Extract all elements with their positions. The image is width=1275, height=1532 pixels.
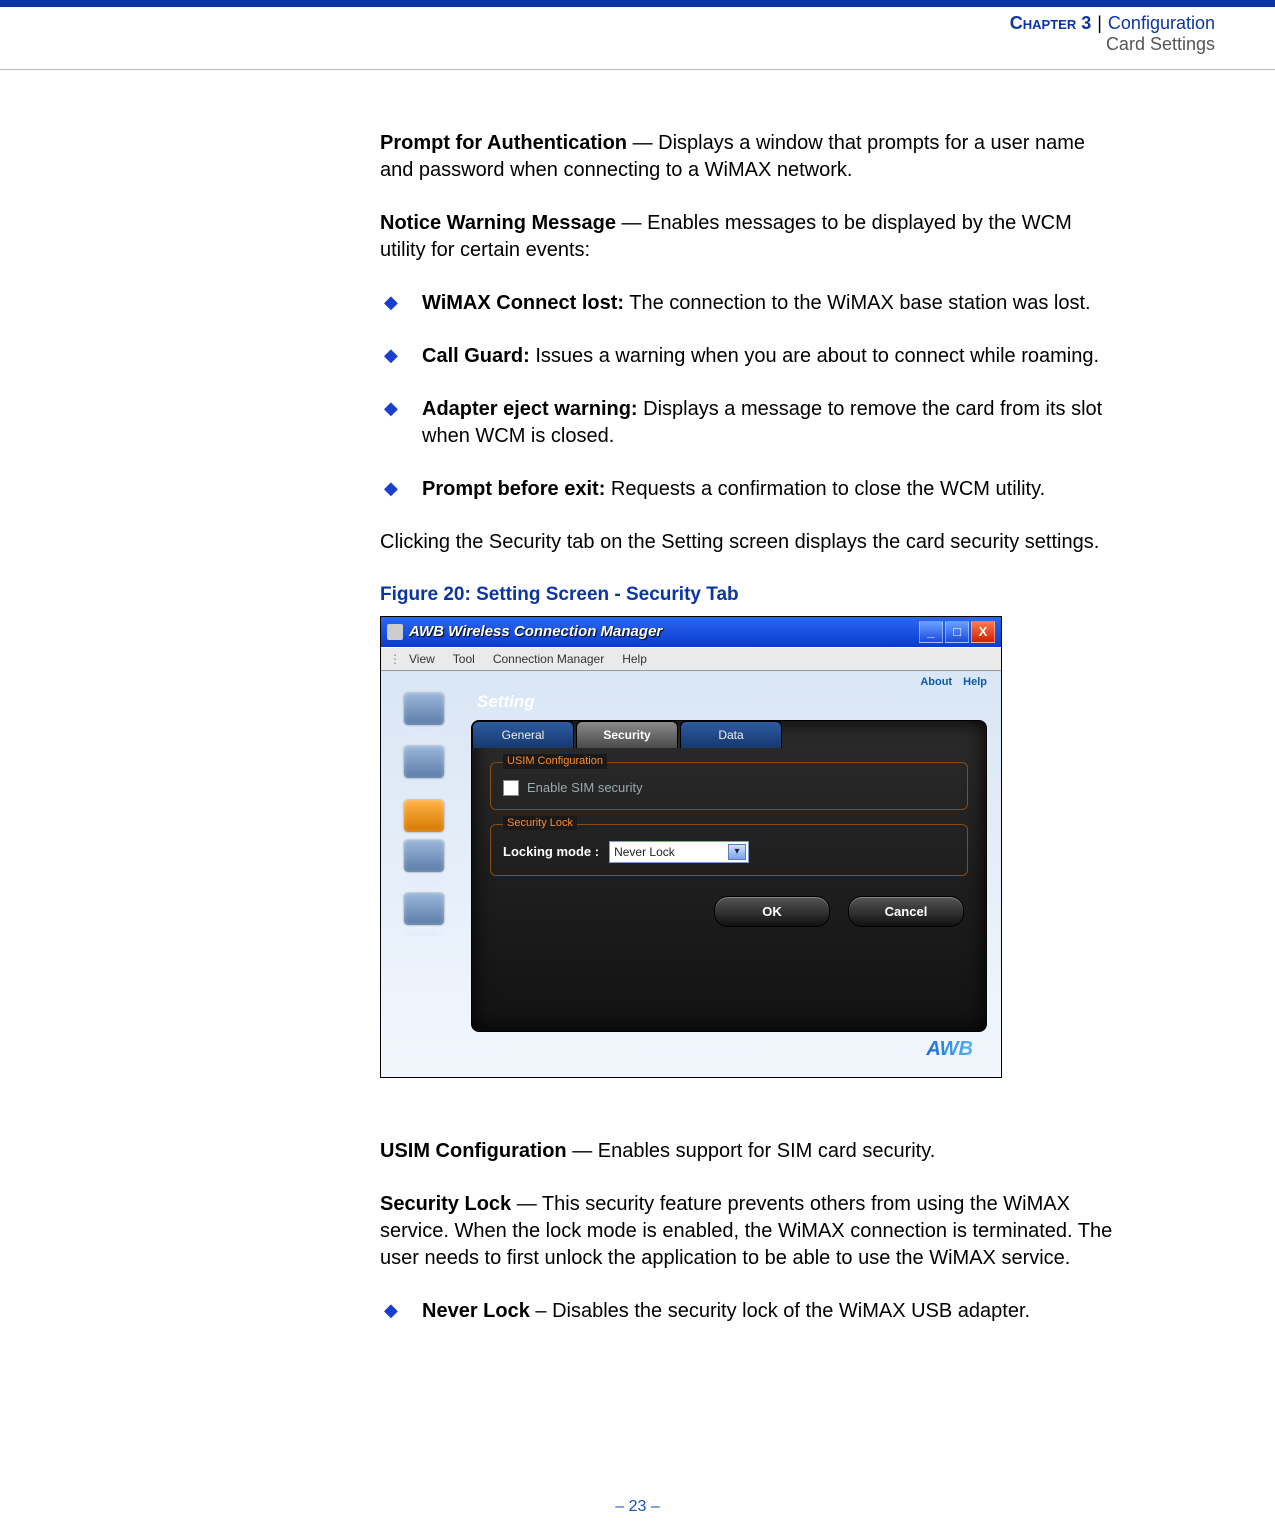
group-legend: USIM Configuration xyxy=(503,754,607,769)
bullet-list-1: WiMAX Connect lost: The connection to th… xyxy=(380,290,1115,503)
header-separator: | xyxy=(1091,13,1108,34)
paragraph-security-lock: Security Lock — This security feature pr… xyxy=(380,1191,1115,1272)
page-number: – 23 – xyxy=(0,1498,1275,1516)
bullet-list-2: Never Lock – Disables the security lock … xyxy=(380,1298,1115,1325)
sidebar-item-connect[interactable]: Connect xyxy=(385,693,463,741)
page-subheader: Card Settings xyxy=(0,34,1275,65)
lead-term: Adapter eject warning: xyxy=(422,398,638,420)
menu-view[interactable]: View xyxy=(409,651,435,667)
item-text: Issues a warning when you are about to c… xyxy=(530,345,1099,367)
list-item: Prompt before exit: Requests a confirmat… xyxy=(380,476,1115,503)
button-row: OK Cancel xyxy=(472,882,986,928)
brand-area: AWB xyxy=(471,1032,987,1063)
para-text: — Enables support for SIM card security. xyxy=(567,1140,936,1162)
group-security-lock: Security Lock Locking mode : Never Lock … xyxy=(490,824,968,876)
menu-help[interactable]: Help xyxy=(622,651,647,667)
lead-term: Security Lock xyxy=(380,1193,511,1215)
ok-button[interactable]: OK xyxy=(714,896,830,928)
maximize-button[interactable]: □ xyxy=(945,621,969,643)
tab-strip: General Security Data xyxy=(472,721,986,748)
list-item: Adapter eject warning: Displays a messag… xyxy=(380,396,1115,450)
titlebar[interactable]: AWB Wireless Connection Manager _ □ X xyxy=(381,617,1001,647)
minimize-button[interactable]: _ xyxy=(919,621,943,643)
group-legend: Security Lock xyxy=(503,816,577,831)
lead-term: USIM Configuration xyxy=(380,1140,567,1162)
item-text: Requests a confirmation to close the WCM… xyxy=(605,478,1045,500)
client-area: About Help Connect Profile xyxy=(381,671,1001,1077)
chapter-label: Chapter 3 xyxy=(1010,13,1091,34)
settings-panel: General Security Data USIM Configuration… xyxy=(471,720,987,1032)
enable-sim-checkbox[interactable] xyxy=(503,780,519,796)
sidebar-label: Statistics xyxy=(385,927,463,941)
list-item: Call Guard: Issues a warning when you ar… xyxy=(380,343,1115,370)
lead-term: Never Lock xyxy=(422,1300,530,1322)
app-icon xyxy=(387,624,403,640)
titlebar-left: AWB Wireless Connection Manager xyxy=(387,622,662,642)
setting-heading: Setting xyxy=(477,691,987,714)
toolbar-grip-icon: ⋮ xyxy=(389,651,401,667)
checkbox-label: Enable SIM security xyxy=(527,779,643,797)
figure-caption: Figure 20: Setting Screen - Security Tab xyxy=(380,582,1115,608)
close-button[interactable]: X xyxy=(971,621,995,643)
item-text: – Disables the security lock of the WiMA… xyxy=(530,1300,1030,1322)
top-rule xyxy=(0,0,1275,7)
locking-mode-select[interactable]: Never Lock ▾ xyxy=(609,841,749,863)
locking-mode-row: Locking mode : Never Lock ▾ xyxy=(503,841,955,863)
content-column: Prompt for Authentication — Displays a w… xyxy=(380,130,1115,1325)
sidebar-item-profile[interactable]: Profile xyxy=(385,746,463,794)
checkbox-row: Enable SIM security xyxy=(503,779,955,797)
cancel-button[interactable]: Cancel xyxy=(848,896,964,928)
list-item: Never Lock – Disables the security lock … xyxy=(380,1298,1115,1325)
lead-term: Call Guard: xyxy=(422,345,530,367)
main-area: Setting General Security Data USIM Confi… xyxy=(467,671,1001,1071)
select-value: Never Lock xyxy=(614,844,675,860)
thin-rule xyxy=(0,69,1275,70)
brand-logo: AWB xyxy=(926,1038,973,1060)
link-help[interactable]: Help xyxy=(963,676,987,688)
sidebar-label: Profile xyxy=(385,780,463,794)
sidebar-item-statistics[interactable]: Statistics xyxy=(385,893,463,941)
app-window: AWB Wireless Connection Manager _ □ X ⋮ … xyxy=(380,616,1002,1078)
statistics-icon xyxy=(404,893,444,925)
menubar: ⋮ View Tool Connection Manager Help xyxy=(381,647,1001,671)
link-about[interactable]: About xyxy=(920,676,952,688)
lead-term: WiMAX Connect lost: xyxy=(422,292,624,314)
sidebar-label: Connect xyxy=(385,727,463,741)
section-label: Configuration xyxy=(1108,13,1215,34)
sidebar-item-settings[interactable] xyxy=(385,800,463,834)
sidebar: Connect Profile Network xyxy=(381,671,467,1071)
profile-icon xyxy=(404,746,444,778)
connect-icon xyxy=(404,693,444,725)
sidebar-item-network[interactable]: Network xyxy=(385,840,463,888)
sidebar-label: Network xyxy=(385,874,463,888)
window-controls: _ □ X xyxy=(919,621,995,643)
tab-security[interactable]: Security xyxy=(576,721,678,748)
tab-data[interactable]: Data xyxy=(680,721,782,748)
paragraph-security-intro: Clicking the Security tab on the Setting… xyxy=(380,529,1115,556)
list-item: WiMAX Connect lost: The connection to th… xyxy=(380,290,1115,317)
gear-icon xyxy=(404,800,444,832)
tab-general[interactable]: General xyxy=(472,721,574,748)
paragraph-prompt-auth: Prompt for Authentication — Displays a w… xyxy=(380,130,1115,184)
window-title: AWB Wireless Connection Manager xyxy=(409,622,662,642)
top-links: About Help xyxy=(920,675,987,690)
item-text: The connection to the WiMAX base station… xyxy=(624,292,1091,314)
group-usim: USIM Configuration Enable SIM security xyxy=(490,762,968,810)
page-header: Chapter 3 | Configuration xyxy=(0,7,1275,34)
network-icon xyxy=(404,840,444,872)
locking-mode-label: Locking mode : xyxy=(503,843,599,861)
paragraph-usim-config: USIM Configuration — Enables support for… xyxy=(380,1138,1115,1165)
lead-term: Prompt for Authentication xyxy=(380,132,627,154)
menu-connection-manager[interactable]: Connection Manager xyxy=(493,651,604,667)
lead-term: Notice Warning Message xyxy=(380,212,616,234)
menu-tool[interactable]: Tool xyxy=(453,651,475,667)
lead-term: Prompt before exit: xyxy=(422,478,605,500)
paragraph-notice-warning: Notice Warning Message — Enables message… xyxy=(380,210,1115,264)
subsection-label: Card Settings xyxy=(1106,34,1215,55)
chevron-down-icon: ▾ xyxy=(728,844,746,860)
